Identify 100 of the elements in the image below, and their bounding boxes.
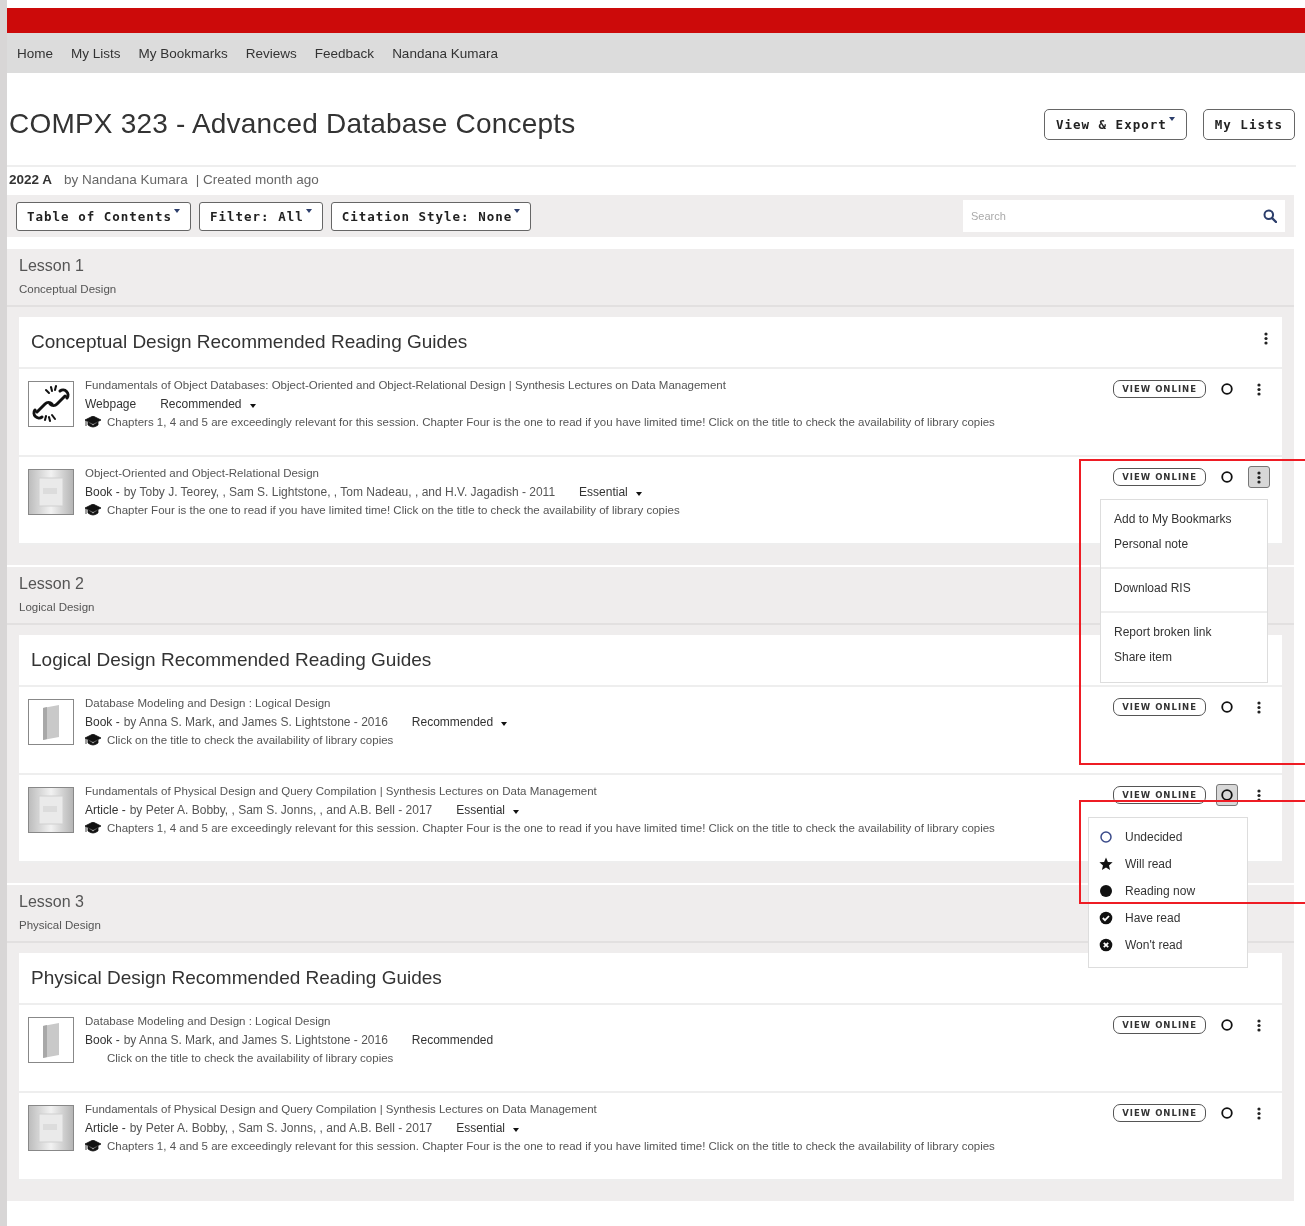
link-icon (28, 381, 74, 427)
lesson-subtitle: Logical Design (19, 601, 95, 613)
reading-title[interactable]: Fundamentals of Object Databases: Object-Oriented and Object-Relational Design | Synthesis Lectures on Data Management (85, 379, 726, 391)
header-button[interactable]: My Lists (1202, 108, 1295, 140)
toolbar-dropdown[interactable]: Table of Contents (16, 201, 191, 231)
view-online-button[interactable]: VIEW ONLINE (1113, 1016, 1206, 1034)
more-icon (1257, 470, 1261, 484)
note-text: Chapter Four is the one to read if you have limited time! Click on the title to check the availability of library copies (107, 504, 680, 516)
reading-title[interactable]: Database Modeling and Design : Logical Design (85, 697, 331, 709)
importance-label: Recommended (411, 1033, 494, 1047)
author-line: by Peter A. Bobby, , Sam S. Jonns, , and A.B. Bell - 2017 (129, 803, 433, 817)
reading-title[interactable]: Fundamentals of Physical Design and Query Compilation | Synthesis Lectures on Data Management (85, 1103, 597, 1115)
type-label: Article - (85, 1121, 126, 1135)
menu-item[interactable]: Share item (1101, 645, 1267, 670)
author-line: by Anna S. Mark, and James S. Lightstone - 2016 (123, 1033, 388, 1047)
status-option[interactable]: Have read (1125, 911, 1181, 925)
reading-title[interactable]: Fundamentals of Physical Design and Query Compilation | Synthesis Lectures on Data Management (85, 785, 597, 797)
term-label: 2022 A (9, 172, 53, 189)
reading-title[interactable]: Database Modeling and Design : Logical Design (85, 1015, 331, 1027)
nav-link[interactable]: Reviews (245, 45, 297, 61)
menu-item[interactable]: Report broken link (1101, 620, 1267, 645)
view-online-button[interactable]: VIEW ONLINE (1113, 468, 1206, 486)
nav-link[interactable]: My Lists (71, 45, 121, 61)
importance-label[interactable]: Essential (456, 803, 505, 817)
cover-thumbnail (28, 787, 74, 833)
type-label: Book - (85, 485, 120, 499)
lesson-title: Lesson 3 (19, 893, 84, 911)
status-option[interactable]: Reading now (1125, 884, 1196, 898)
created-label: | Created month ago (195, 172, 319, 189)
view-online-button[interactable]: VIEW ONLINE (1113, 1104, 1206, 1122)
author-label: by Nandana Kumara (64, 172, 188, 189)
more-button[interactable] (1248, 466, 1270, 488)
star-icon (1099, 857, 1113, 871)
caret-icon[interactable] (249, 404, 256, 408)
importance-label[interactable]: Recommended (411, 715, 494, 729)
importance-label[interactable]: Recommended (160, 397, 242, 411)
type-label: Article - (85, 803, 126, 817)
more-icon (1257, 788, 1261, 802)
more-icon (1257, 700, 1261, 714)
more-icon (1257, 1018, 1261, 1032)
status-button[interactable] (1216, 784, 1238, 806)
type-label: Webpage (85, 397, 137, 411)
importance-label[interactable]: Essential (456, 1121, 505, 1135)
toolbar-dropdown[interactable]: Filter: All (198, 201, 323, 231)
header-button[interactable]: View & Export (1043, 108, 1187, 140)
circle-icon (1221, 789, 1233, 801)
book-icon (28, 1017, 74, 1063)
search-field[interactable]: Search (963, 200, 1285, 232)
search-icon[interactable] (1263, 209, 1277, 223)
more-icon (1257, 382, 1261, 396)
caret-icon (173, 208, 180, 213)
reading-title[interactable]: Object-Oriented and Object-Relational Design (85, 467, 319, 479)
caret-icon[interactable] (513, 1128, 519, 1132)
lesson-title: Lesson 2 (19, 575, 84, 593)
toolbar-dropdown[interactable]: Citation Style: None (330, 201, 532, 231)
nav-link[interactable]: Feedback (314, 45, 375, 61)
type-label: Book - (85, 1033, 120, 1047)
lesson-subtitle: Physical Design (19, 919, 101, 931)
section-title: Physical Design Recommended Reading Guides (31, 967, 442, 989)
menu-item[interactable]: Add to My Bookmarks (1101, 507, 1267, 532)
menu-item[interactable]: Download RIS (1101, 576, 1267, 601)
caret-icon[interactable] (501, 722, 508, 726)
cover-thumbnail (28, 469, 74, 515)
view-online-button[interactable]: VIEW ONLINE (1113, 380, 1206, 398)
caret-icon (305, 208, 312, 213)
dot-icon (1099, 884, 1113, 898)
circle-icon (1221, 471, 1233, 483)
nav-link[interactable]: Home (17, 45, 53, 61)
more-icon[interactable] (1264, 331, 1268, 345)
circle-icon (1099, 830, 1113, 844)
more-icon (1257, 1106, 1261, 1120)
section-title: Logical Design Recommended Reading Guides (31, 649, 432, 671)
section-title: Conceptual Design Recommended Reading Guides (31, 331, 468, 353)
lesson-title: Lesson 1 (19, 257, 84, 275)
nav-link[interactable]: Nandana Kumara (392, 45, 498, 61)
menu-item[interactable]: Personal note (1101, 532, 1267, 557)
status-option[interactable]: Won't read (1125, 938, 1183, 952)
note-text: Click on the title to check the availability of library copies (107, 734, 394, 746)
caret-icon (514, 208, 521, 213)
circle-icon (1221, 383, 1233, 395)
view-online-button[interactable]: VIEW ONLINE (1113, 698, 1206, 716)
lesson-subtitle: Conceptual Design (19, 283, 117, 295)
note-text: Click on the title to check the availability of library copies (107, 1052, 394, 1064)
nav-link[interactable]: My Bookmarks (138, 45, 228, 61)
importance-label[interactable]: Essential (579, 485, 628, 499)
note-text: Chapters 1, 4 and 5 are exceedingly relevant for this session. Chapter Four is the one to read if you have limited time! Click on the title to check the availability of library copies (107, 416, 995, 428)
check-icon (1099, 911, 1113, 925)
type-label: Book - (85, 715, 120, 729)
circle-icon (1221, 1019, 1233, 1031)
book-icon (28, 699, 74, 745)
page-title: COMPX 323 - Advanced Database Concepts (9, 108, 576, 140)
cover-thumbnail (28, 1105, 74, 1151)
note-text: Chapters 1, 4 and 5 are exceedingly relevant for this session. Chapter Four is the one to read if you have limited time! Click on the title to check the availability of library copies (107, 1140, 995, 1152)
status-option[interactable]: Will read (1125, 857, 1172, 871)
caret-icon[interactable] (635, 492, 642, 496)
circle-icon (1221, 701, 1233, 713)
status-option[interactable]: Undecided (1125, 830, 1183, 844)
author-line: by Peter A. Bobby, , Sam S. Jonns, , and A.B. Bell - 2017 (129, 1121, 433, 1135)
author-line: by Anna S. Mark, and James S. Lightstone - 2016 (123, 715, 388, 729)
caret-icon[interactable] (513, 810, 519, 814)
